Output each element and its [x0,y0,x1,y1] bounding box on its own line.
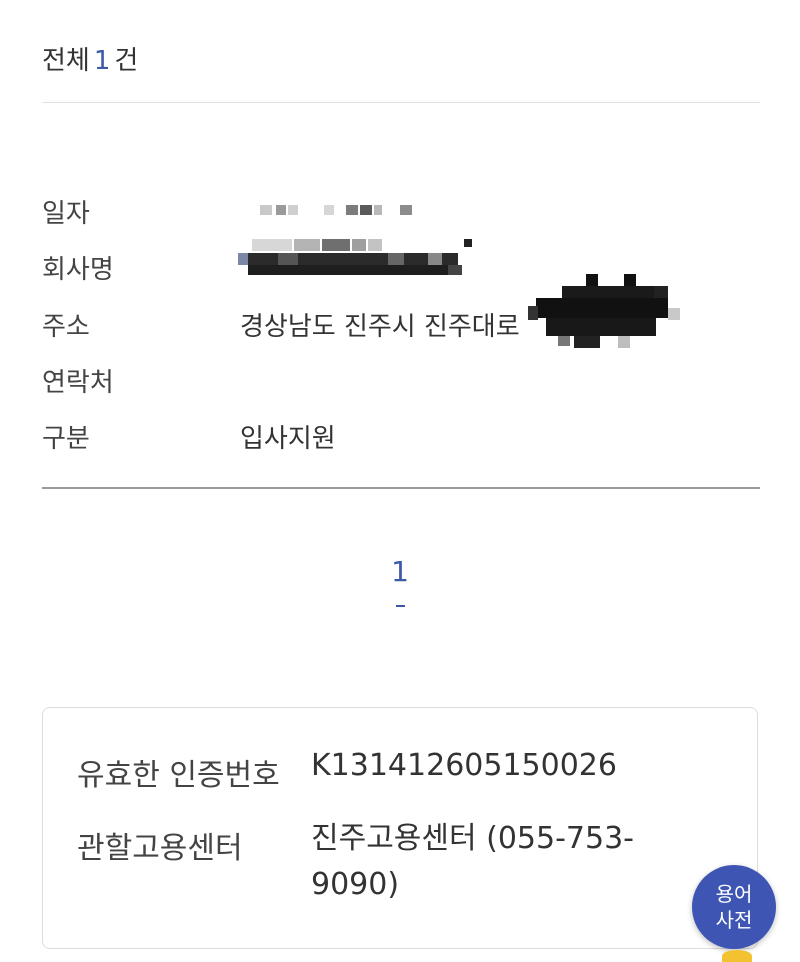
category-value: 입사지원 [240,424,336,454]
pagination: 1 [0,555,800,607]
address-label: 주소 [42,312,90,342]
result-count-suffix: 건 [114,46,139,76]
address-value: 경상남도 진주시 진주대로 [240,312,520,342]
company-redacted [238,239,472,277]
glossary-button-line2: 사전 [715,908,753,932]
cert-label: 유효한 인증번호 [77,758,280,793]
result-count-prefix: 전체 [42,46,90,76]
result-count-number: 1 [93,46,111,76]
center-label: 관할고용센터 [77,831,243,866]
page-number-current[interactable]: 1 [391,555,409,588]
center-value: 진주고용센터 (055-753-9090) [311,821,635,902]
certificate-info-box: 유효한 인증번호 K131412605150026 관할고용센터 진주고용센터 … [42,707,758,949]
record-divider [42,487,760,489]
glossary-button-line1: 용어 [715,882,753,906]
contact-label: 연락처 [42,368,114,398]
company-label: 회사명 [42,255,114,285]
date-label: 일자 [42,199,90,229]
header-divider [42,102,760,103]
result-count-header: 전체 1 건 [42,40,138,77]
page-current-indicator [396,605,405,607]
category-label: 구분 [42,424,90,454]
glossary-button[interactable]: 용어 사전 [692,865,776,949]
date-redacted [260,203,430,219]
fab-accent-shape [722,950,752,962]
cert-value: K131412605150026 [311,748,617,783]
address-redacted [528,274,688,352]
